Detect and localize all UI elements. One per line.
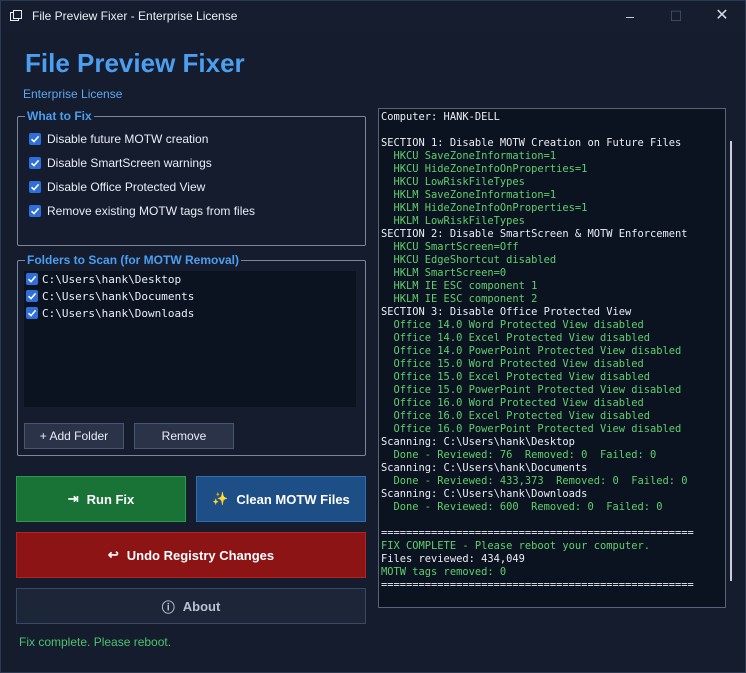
option-disable-smartscreen[interactable]: Disable SmartScreen warnings bbox=[29, 156, 212, 172]
option-disable-protected-view[interactable]: Disable Office Protected View bbox=[29, 180, 205, 196]
run-icon: ⇥ bbox=[67, 491, 79, 506]
option-label: Disable Office Protected View bbox=[47, 180, 206, 194]
log-line: HKCU SmartScreen=Off bbox=[381, 241, 519, 253]
checkbox-checked-icon[interactable] bbox=[26, 307, 38, 319]
status-text: Fix complete. Please reboot. bbox=[19, 635, 172, 649]
folder-item-desktop[interactable]: C:\Users\hank\Desktop bbox=[26, 273, 181, 289]
log-line: ========================================… bbox=[381, 527, 694, 539]
window-title: File Preview Fixer - Enterprise License bbox=[32, 9, 238, 23]
log-line: Files reviewed: 434,049 bbox=[381, 553, 525, 565]
add-folder-button[interactable]: + Add Folder bbox=[24, 423, 124, 449]
log-line: Computer: HANK-DELL bbox=[381, 111, 500, 123]
log-line: SECTION 1: Disable MOTW Creation on Futu… bbox=[381, 137, 682, 149]
folder-path: C:\Users\hank\Documents bbox=[42, 290, 195, 303]
about-label: About bbox=[182, 598, 221, 614]
log-line: HKLM LowRiskFileTypes bbox=[381, 215, 525, 227]
sparkle-icon: ✨ bbox=[212, 491, 229, 506]
folder-item-documents[interactable]: C:\Users\hank\Documents bbox=[26, 290, 194, 306]
run-fix-button[interactable]: ⇥ Run Fix bbox=[16, 476, 186, 522]
what-to-fix-legend: What to Fix bbox=[25, 109, 94, 123]
option-label: Remove existing MOTW tags from files bbox=[47, 204, 256, 218]
option-label: Disable SmartScreen warnings bbox=[47, 156, 212, 170]
log-line: Scanning: C:\Users\hank\Downloads bbox=[381, 488, 588, 500]
folders-group: Folders to Scan (for MOTW Removal) C:\Us… bbox=[17, 253, 366, 456]
option-label: Disable future MOTW creation bbox=[47, 132, 209, 146]
log-line: Office 16.0 Excel Protected View disable… bbox=[381, 410, 651, 422]
folders-legend: Folders to Scan (for MOTW Removal) bbox=[25, 253, 242, 267]
checkbox-checked-icon[interactable] bbox=[26, 290, 38, 302]
maximize-button[interactable]: ☐ bbox=[653, 1, 699, 31]
checkbox-checked-icon[interactable] bbox=[29, 180, 41, 193]
clean-motw-button[interactable]: ✨ Clean MOTW Files bbox=[196, 476, 366, 522]
log-line: HKLM SaveZoneInformation=1 bbox=[381, 189, 557, 201]
log-line: MOTW tags removed: 0 bbox=[381, 566, 507, 578]
log-line: SECTION 3: Disable Office Protected View bbox=[381, 306, 632, 318]
log-line: HKLM HideZoneInfoOnProperties=1 bbox=[381, 202, 588, 214]
log-line: Office 14.0 Excel Protected View disable… bbox=[381, 332, 651, 344]
minimize-button[interactable]: – bbox=[607, 1, 653, 31]
option-disable-motw[interactable]: Disable future MOTW creation bbox=[29, 132, 208, 148]
page-title: File Preview Fixer bbox=[25, 48, 245, 78]
log-line: ========================================… bbox=[381, 579, 694, 591]
checkbox-checked-icon[interactable] bbox=[29, 204, 41, 217]
log-line: HKLM SmartScreen=0 bbox=[381, 267, 507, 279]
log-scrollbar[interactable] bbox=[730, 141, 732, 581]
option-remove-motw-tags[interactable]: Remove existing MOTW tags from files bbox=[29, 204, 255, 220]
log-line: Done - Reviewed: 76 Removed: 0 Failed: 0 bbox=[381, 449, 657, 461]
log-line: Office 16.0 PowerPoint Protected View di… bbox=[381, 423, 682, 435]
log-line: FIX COMPLETE - Please reboot your comput… bbox=[381, 540, 650, 552]
what-to-fix-group: What to Fix Disable future MOTW creation… bbox=[17, 109, 366, 246]
log-line: HKLM IE ESC component 2 bbox=[381, 293, 538, 305]
log-line: Office 15.0 Excel Protected View disable… bbox=[381, 371, 651, 383]
log-line: HKLM IE ESC component 1 bbox=[381, 280, 538, 292]
folder-path: C:\Users\hank\Downloads bbox=[42, 307, 195, 320]
log-line: Office 14.0 Word Protected View disabled bbox=[381, 319, 644, 331]
log-line: HKCU SaveZoneInformation=1 bbox=[381, 150, 557, 162]
folder-path: C:\Users\hank\Desktop bbox=[42, 273, 182, 286]
app-window: File Preview Fixer - Enterprise License … bbox=[0, 0, 746, 673]
log-line: Done - Reviewed: 600 Removed: 0 Failed: … bbox=[381, 501, 663, 513]
folder-item-downloads[interactable]: C:\Users\hank\Downloads bbox=[26, 307, 194, 323]
license-subtitle: Enterprise License bbox=[23, 87, 123, 101]
checkbox-checked-icon[interactable] bbox=[26, 273, 38, 285]
log-line: Scanning: C:\Users\hank\Desktop bbox=[381, 436, 575, 448]
undo-icon: ↩ bbox=[107, 547, 119, 562]
checkbox-checked-icon[interactable] bbox=[29, 132, 41, 145]
undo-registry-label: Undo Registry Changes bbox=[126, 547, 275, 563]
log-line: SECTION 2: Disable SmartScreen & MOTW En… bbox=[381, 228, 688, 240]
log-line: HKCU HideZoneInfoOnProperties=1 bbox=[381, 163, 588, 175]
title-bar[interactable]: File Preview Fixer - Enterprise License … bbox=[1, 1, 745, 31]
undo-registry-button[interactable]: ↩ Undo Registry Changes bbox=[16, 532, 366, 578]
log-line: Office 16.0 Word Protected View disabled bbox=[381, 397, 644, 409]
close-button[interactable]: ✕ bbox=[699, 1, 745, 31]
log-line: HKCU EdgeShortcut disabled bbox=[381, 254, 557, 266]
log-line: Office 14.0 PowerPoint Protected View di… bbox=[381, 345, 682, 357]
remove-folder-button[interactable]: Remove bbox=[134, 423, 234, 449]
info-icon: ⓘ bbox=[161, 599, 175, 615]
about-button[interactable]: ⓘ About bbox=[16, 588, 366, 624]
run-fix-label: Run Fix bbox=[86, 491, 135, 507]
log-line: HKCU LowRiskFileTypes bbox=[381, 176, 525, 188]
log-line: Scanning: C:\Users\hank\Documents bbox=[381, 462, 588, 474]
log-line: Office 15.0 Word Protected View disabled bbox=[381, 358, 644, 370]
clean-motw-label: Clean MOTW Files bbox=[236, 491, 350, 507]
log-output[interactable]: Computer: HANK-DELL SECTION 1: Disable MO… bbox=[378, 108, 726, 608]
folder-list[interactable]: C:\Users\hank\Desktop C:\Users\hank\Docu… bbox=[24, 271, 356, 407]
log-line: Office 15.0 PowerPoint Protected View di… bbox=[381, 384, 682, 396]
log-line: Done - Reviewed: 433,373 Removed: 0 Fail… bbox=[381, 475, 688, 487]
app-window-icon bbox=[10, 10, 22, 21]
checkbox-checked-icon[interactable] bbox=[29, 156, 41, 169]
